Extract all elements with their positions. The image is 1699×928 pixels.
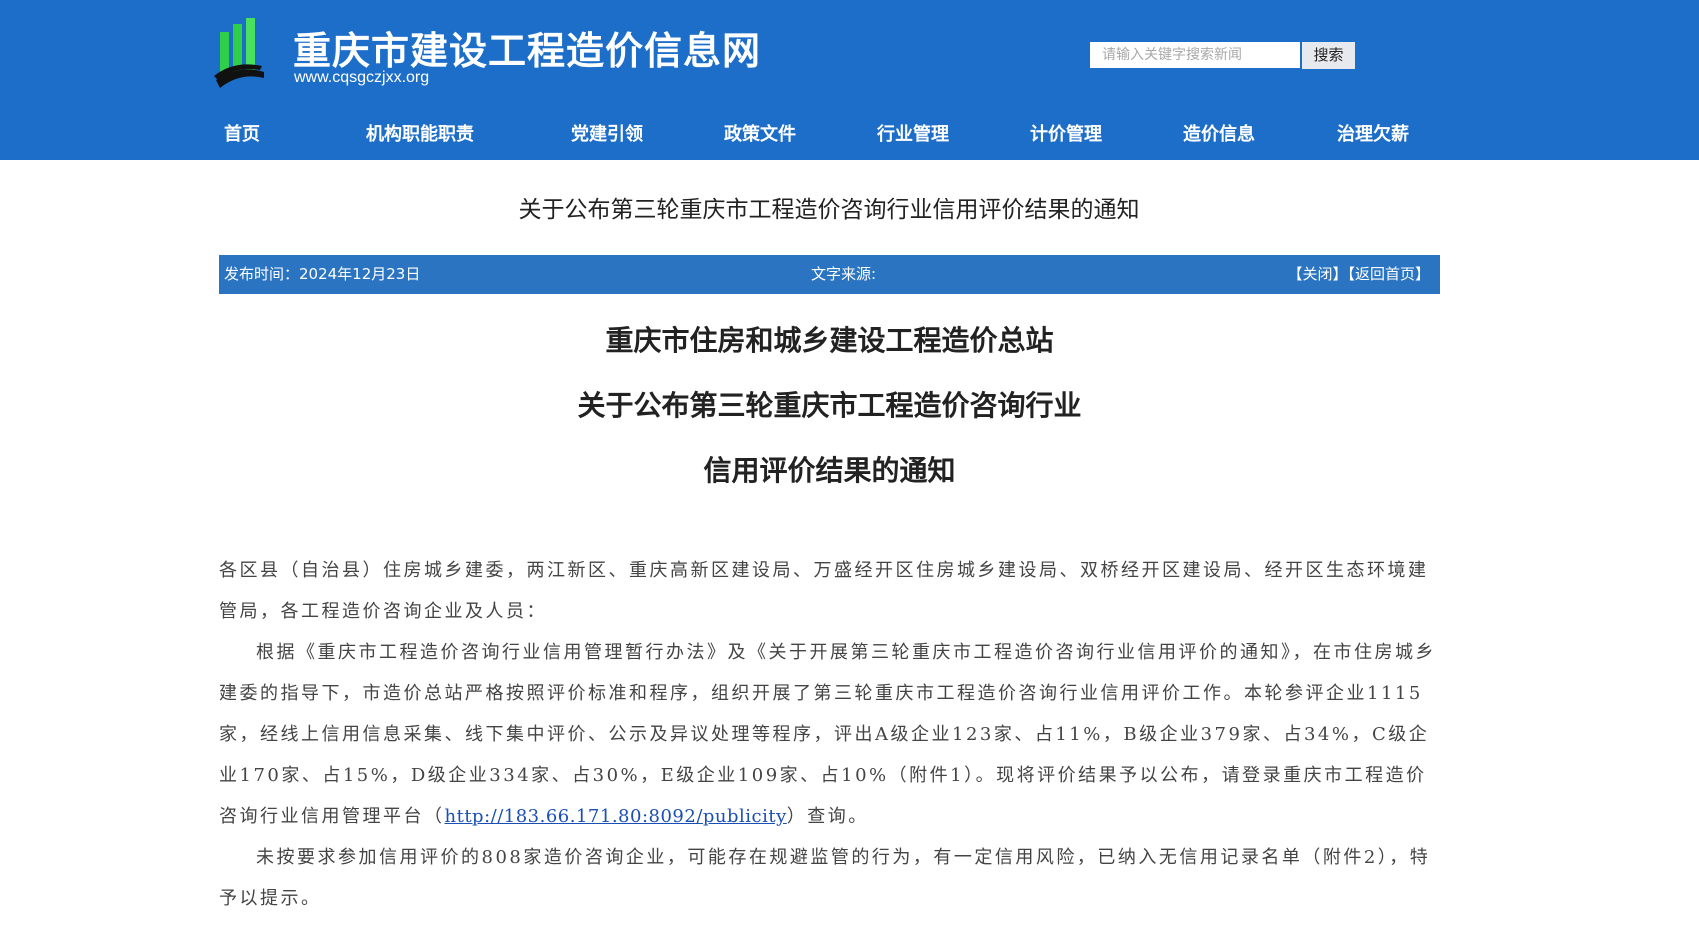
publish-time: 发布时间：2024年12月23日 <box>224 265 421 283</box>
paragraph-1: 根据《重庆市工程造价咨询行业信用管理暂行办法》及《关于开展第三轮重庆市工程造价咨… <box>219 632 1440 837</box>
article-source: 文字来源: <box>811 265 877 283</box>
paragraph-1-end: ）查询。 <box>786 806 869 827</box>
article-actions: 【关闭】【返回首页】 <box>1287 255 1430 294</box>
site-title[interactable]: 重庆市建设工程造价信息网 <box>293 20 761 75</box>
platform-link[interactable]: http://183.66.171.80:8092/publicity <box>445 806 787 827</box>
salutation: 各区县（自治县）住房城乡建委，两江新区、重庆高新区建设局、万盛经开区住房城乡建设… <box>219 560 1429 622</box>
nav-item-industry[interactable]: 行业管理 <box>877 118 949 152</box>
search-input[interactable] <box>1090 42 1300 68</box>
close-link[interactable]: 【关闭】 <box>1287 265 1347 283</box>
nav-item-policy[interactable]: 政策文件 <box>724 118 796 152</box>
nav-item-pricing[interactable]: 计价管理 <box>1030 118 1102 152</box>
site-header: 重庆市建设工程造价信息网 www.cqsgczjxx.org 搜索 首页 机构职… <box>0 0 1699 160</box>
nav-item-cost-info[interactable]: 造价信息 <box>1183 118 1255 152</box>
home-link[interactable]: 【返回首页】 <box>1347 265 1430 283</box>
article-body: 各区县（自治县）住房城乡建委，两江新区、重庆高新区建设局、万盛经开区住房城乡建设… <box>219 550 1440 919</box>
article-title: 关于公布第三轮重庆市工程造价咨询行业信用评价结果的通知 <box>518 197 1140 223</box>
nav-item-functions[interactable]: 机构职能职责 <box>366 118 474 152</box>
nav-item-party[interactable]: 党建引领 <box>571 118 643 152</box>
search-button[interactable]: 搜索 <box>1302 42 1355 69</box>
paragraph-2: 未按要求参加信用评价的808家造价咨询企业，可能存在规避监管的行为，有一定信用风… <box>219 847 1431 909</box>
main-nav: 首页 机构职能职责 党建引领 政策文件 行业管理 计价管理 造价信息 治理欠薪 <box>0 118 1699 152</box>
paragraph-1-text: 根据《重庆市工程造价咨询行业信用管理暂行办法》及《关于开展第三轮重庆市工程造价咨… <box>219 642 1436 827</box>
nav-item-wage[interactable]: 治理欠薪 <box>1337 118 1409 152</box>
doc-heading-line-2: 关于公布第三轮重庆市工程造价咨询行业 <box>577 389 1082 422</box>
nav-item-home[interactable]: 首页 <box>224 118 260 152</box>
doc-heading-line-3: 信用评价结果的通知 <box>703 454 956 487</box>
site-logo-icon[interactable] <box>214 18 266 92</box>
site-url: www.cqsgczjxx.org <box>294 69 430 86</box>
doc-heading-line-1: 重庆市住房和城乡建设工程造价总站 <box>605 324 1054 357</box>
article-info-bar: 发布时间：2024年12月23日 文字来源: 【关闭】【返回首页】 <box>219 255 1440 294</box>
